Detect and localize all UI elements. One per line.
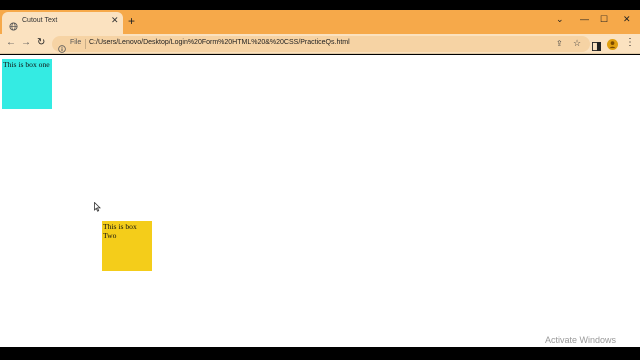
activate-windows-watermark: Activate Windows	[545, 335, 617, 345]
globe-icon	[9, 18, 18, 31]
side-panel-icon[interactable]	[592, 38, 601, 56]
tab-close-icon[interactable]: ✕	[111, 15, 119, 26]
box-one: This is box one	[2, 59, 52, 109]
address-bar[interactable]: File C:/Users/Lenovo/Desktop/Login%20For…	[52, 36, 590, 53]
browser-toolbar: ← → ↻ File C:/Users/Lenovo/Desktop/Login…	[0, 34, 640, 54]
mouse-cursor-icon	[94, 199, 101, 217]
box-two-text: This is box Two	[103, 222, 137, 240]
url-divider	[85, 39, 86, 49]
url-text[interactable]: C:/Users/Lenovo/Desktop/Login%20Form%20H…	[89, 39, 350, 46]
share-icon[interactable]: ⇪	[556, 39, 563, 48]
forward-button[interactable]: →	[21, 37, 31, 49]
tab-search-icon[interactable]: ⌄	[556, 14, 564, 25]
tab-title: Cutout Text	[22, 17, 58, 24]
browser-title-bar: Cutout Text ✕ + ⌄ — ☐ ✕	[0, 10, 640, 34]
page-viewport: This is box one This is box Two Activate…	[0, 55, 640, 347]
box-one-text: This is box one	[3, 60, 50, 69]
window-close-button[interactable]: ✕	[623, 14, 631, 25]
bookmark-star-icon[interactable]: ☆	[573, 38, 581, 49]
new-tab-button[interactable]: +	[128, 15, 135, 27]
profile-avatar[interactable]	[607, 37, 618, 55]
menu-icon[interactable]: ⋮	[625, 37, 635, 49]
minimize-button[interactable]: —	[580, 14, 589, 24]
maximize-button[interactable]: ☐	[600, 14, 608, 25]
back-button[interactable]: ←	[6, 37, 16, 49]
browser-tab[interactable]: Cutout Text ✕	[2, 12, 123, 34]
box-two: This is box Two	[102, 221, 152, 271]
reload-button[interactable]: ↻	[37, 37, 45, 49]
info-icon[interactable]	[58, 40, 66, 53]
scheme-chip: File	[70, 39, 82, 46]
